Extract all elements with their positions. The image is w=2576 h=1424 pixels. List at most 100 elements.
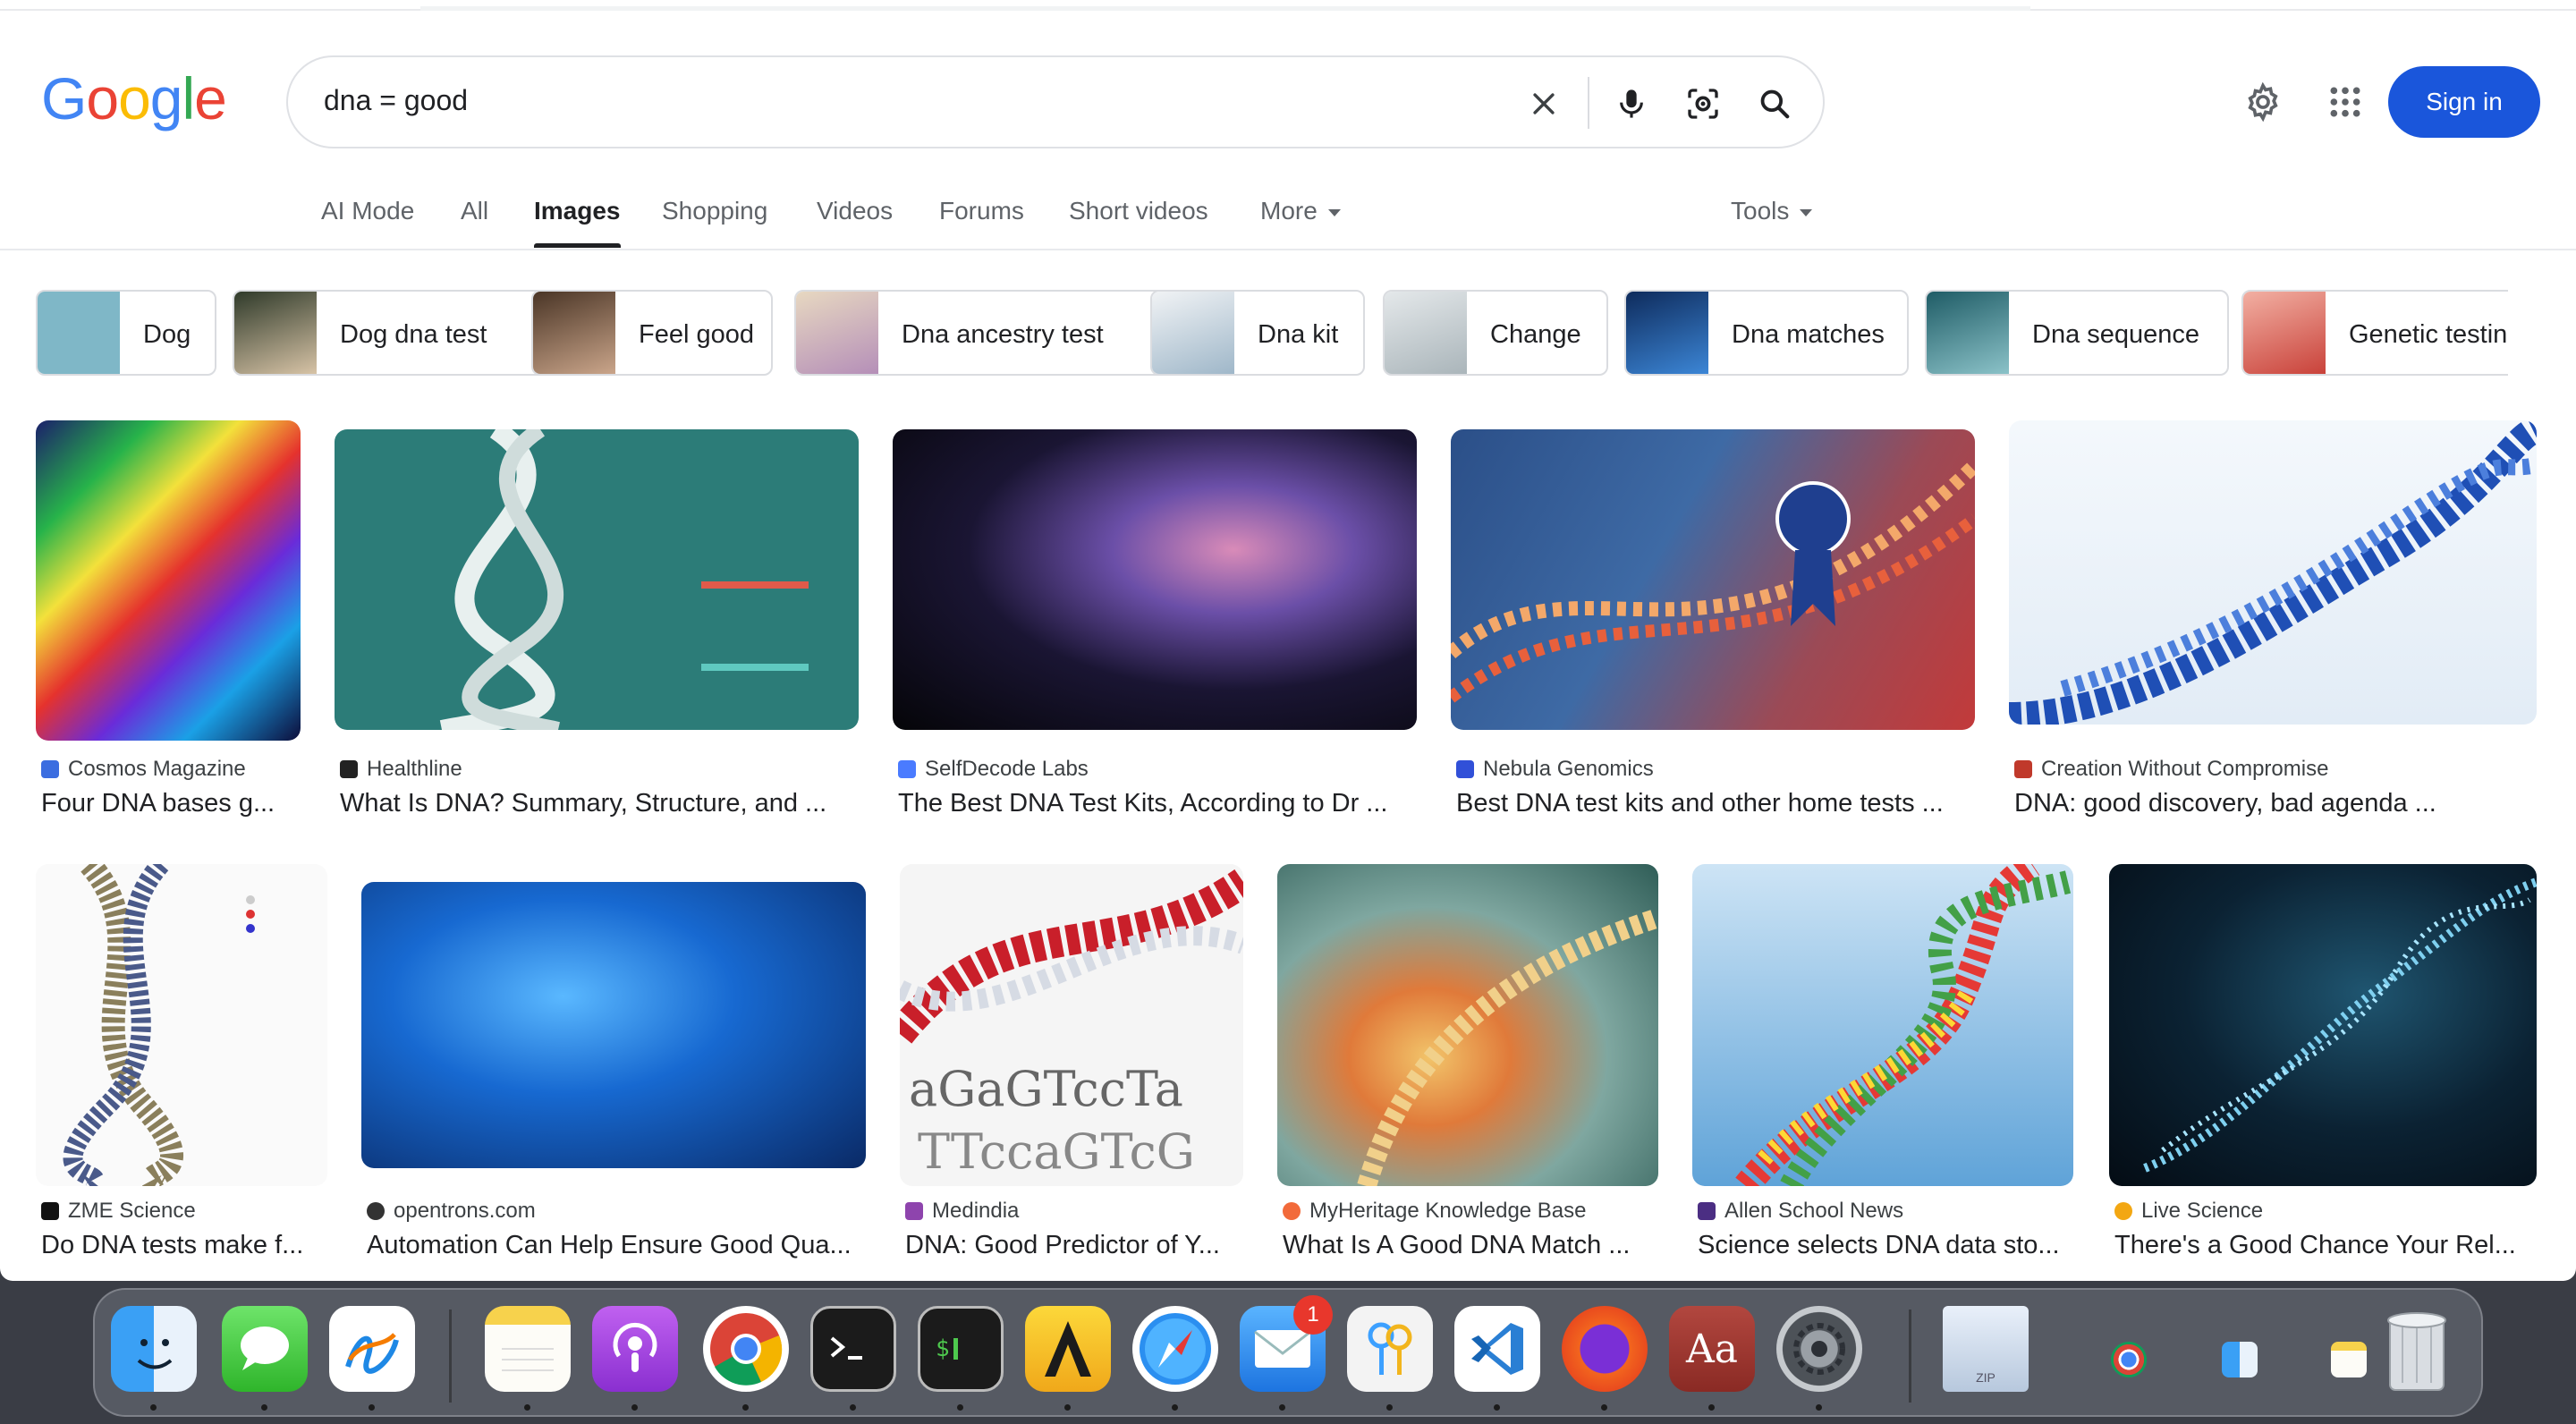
chip-thumbnail [2243,292,2326,374]
source-favicon-icon [41,1202,59,1220]
svg-text:TTccaGTcG: TTccaGTcG [918,1123,1195,1180]
tab-images[interactable]: Images [534,197,621,248]
result-source: MyHeritage Knowledge Base [1309,1199,1587,1223]
artstudio-icon[interactable] [1025,1306,1111,1392]
result-image[interactable]: aGaGTccTa TTccaGTcG [900,864,1243,1186]
result-title[interactable]: DNA: Good Predictor of Y... [905,1231,1249,1260]
result-source: Creation Without Compromise [2041,757,2329,781]
source-favicon-icon [2114,1202,2132,1220]
apps-grid-icon[interactable] [2318,75,2372,129]
result-source: Nebula Genomics [1483,757,1654,781]
running-indicator [261,1404,267,1411]
vscode-icon[interactable] [1454,1306,1540,1392]
search-icon[interactable] [1751,81,1798,127]
result-image[interactable] [1692,864,2073,1186]
chip-thumbnail [234,292,317,374]
result-title[interactable]: The Best DNA Test Kits, According to Dr … [898,789,1422,818]
chip-change[interactable]: Change [1383,290,1608,376]
microphone-icon[interactable] [1608,81,1655,127]
chip-dna-kit[interactable]: Dna kit [1150,290,1365,376]
result-image[interactable] [361,882,866,1168]
tab-videos[interactable]: Videos [817,197,893,225]
source-favicon-icon [340,760,358,778]
running-indicator [369,1404,375,1411]
search-input[interactable]: dna = good [324,84,468,117]
running-indicator [524,1404,530,1411]
chip-thumbnail [796,292,878,374]
result-title[interactable]: What Is A Good DNA Match ... [1283,1231,1664,1260]
tab-short-videos[interactable]: Short videos [1069,197,1208,225]
zip-archive-icon[interactable]: ZIP [1943,1306,2029,1392]
source-favicon-icon [2014,760,2032,778]
result-source: Live Science [2141,1199,2264,1223]
settings-gear-icon[interactable] [2236,75,2290,129]
freeform-icon[interactable] [329,1306,415,1392]
result-title[interactable]: Automation Can Help Ensure Good Qua... [367,1231,871,1260]
chip-dna-ancestry-test[interactable]: Dna ancestry test [794,290,1174,376]
result-image[interactable] [893,429,1417,730]
terminal-icon[interactable] [810,1306,896,1392]
tab-all[interactable]: All [461,197,488,225]
chip-genetic-testing[interactable]: Genetic testin [2241,290,2508,376]
finder-window-icon[interactable] [2222,1342,2258,1377]
mail-unread-badge: 1 [1293,1295,1333,1335]
notes-icon[interactable] [485,1306,571,1392]
tab-more[interactable]: More [1260,197,1341,225]
running-indicator [850,1404,856,1411]
result-image[interactable] [2109,864,2537,1186]
dictionary-icon[interactable]: Aa [1669,1306,1755,1392]
result-title[interactable]: DNA: good discovery, bad agenda ... [2014,789,2515,818]
svg-text:$: $ [936,1335,950,1362]
system-settings-icon[interactable] [1776,1306,1862,1392]
tab-strip-edge [0,6,2576,11]
sign-in-button[interactable]: Sign in [2388,66,2540,138]
chrome-icon[interactable] [703,1306,789,1392]
running-indicator [1172,1404,1178,1411]
result-image[interactable] [2009,420,2537,725]
result-title[interactable]: Do DNA tests make f... [41,1231,333,1260]
result-image[interactable] [1277,864,1658,1186]
running-indicator [1064,1404,1071,1411]
result-title[interactable]: Science selects DNA data sto... [1698,1231,2079,1260]
tab-ai-mode[interactable]: AI Mode [321,197,414,225]
result-title[interactable]: What Is DNA? Summary, Structure, and ... [340,789,864,818]
google-logo[interactable]: Google [41,64,227,132]
chrome-window-icon[interactable] [2111,1342,2147,1377]
chip-dna-matches[interactable]: Dna matches [1624,290,1909,376]
result-title[interactable]: Best DNA test kits and other home tests … [1456,789,1980,818]
chip-thumbnail [1385,292,1467,374]
mail-icon[interactable]: 1 [1240,1295,1333,1392]
chip-dna-sequence[interactable]: Dna sequence [1925,290,2229,376]
result-title[interactable]: Four DNA bases g... [41,789,306,818]
result-image[interactable] [335,429,859,730]
podcasts-icon[interactable] [592,1306,678,1392]
clear-icon[interactable] [1521,81,1567,127]
finder-icon[interactable] [111,1306,197,1392]
chip-thumbnail [1626,292,1708,374]
tab-shopping[interactable]: Shopping [662,197,767,225]
chip-dog[interactable]: Dog [36,290,216,376]
tab-tools[interactable]: Tools [1731,197,1813,225]
result-title[interactable]: There's a Good Chance Your Rel... [2114,1231,2526,1260]
chip-thumbnail [533,292,615,374]
trash-icon[interactable] [2374,1306,2460,1392]
firefox-icon[interactable] [1562,1306,1648,1392]
tab-forums[interactable]: Forums [939,197,1024,225]
keychain-icon[interactable] [1347,1306,1433,1392]
result-image[interactable] [36,420,301,741]
result-source: Medindia [932,1199,1020,1223]
lens-camera-icon[interactable] [1680,81,1726,127]
safari-icon[interactable] [1132,1306,1218,1392]
messages-icon[interactable] [222,1306,308,1392]
chip-dog-dna-test[interactable]: Dog dna test [233,290,551,376]
chip-feel-good[interactable]: Feel good [531,290,773,376]
notes-window-icon[interactable] [2331,1342,2367,1377]
result-image[interactable] [36,864,327,1186]
chevron-down-icon [1327,208,1341,216]
running-indicator [631,1404,638,1411]
result-source: Cosmos Magazine [68,757,246,781]
result-image[interactable] [1451,429,1975,730]
search-box[interactable]: dna = good [286,55,1825,148]
source-favicon-icon [1698,1202,1716,1220]
terminal-secondary-icon[interactable]: $ [918,1306,1004,1392]
